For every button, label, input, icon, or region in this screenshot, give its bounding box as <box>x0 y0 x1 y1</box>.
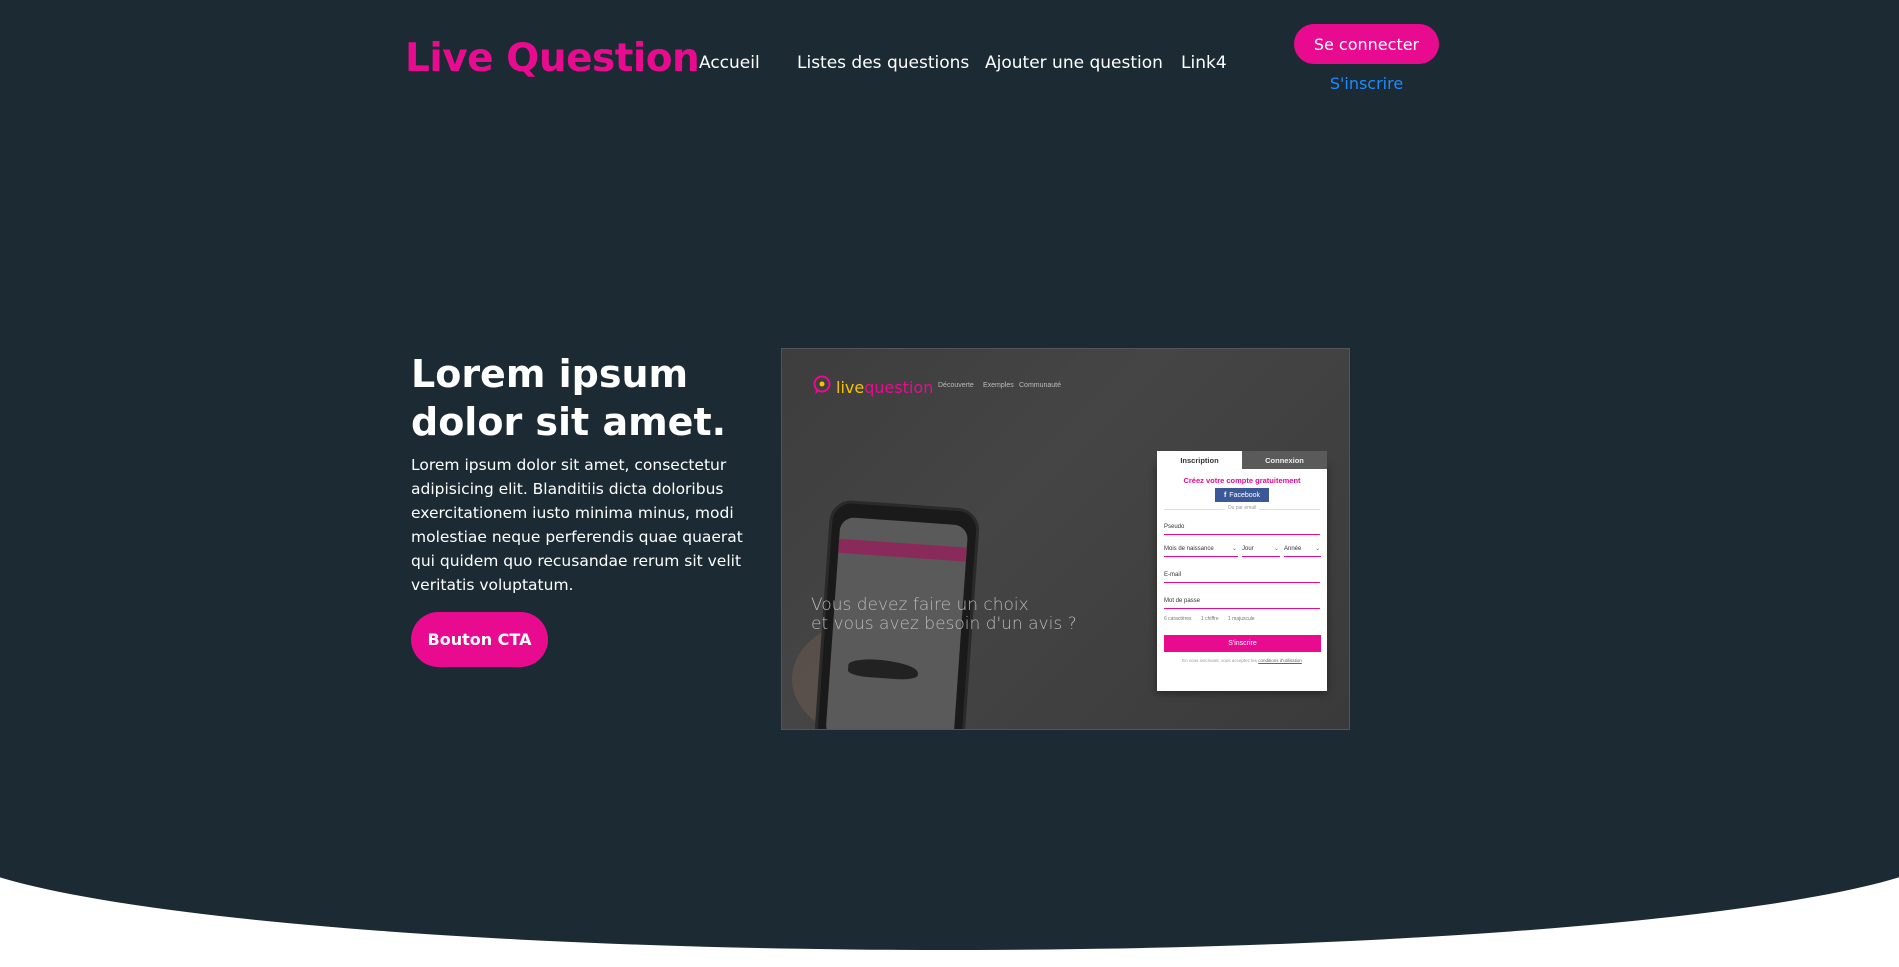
mock-signup-form: Inscription Connexion Créez votre compte… <box>1157 451 1327 691</box>
mock-or-text: Ou par email <box>1157 505 1327 511</box>
mock-hint-length: 6 caractères <box>1164 616 1192 622</box>
mock-tagline: Vous devez faire un choix et vous avez b… <box>811 596 1077 634</box>
chevron-down-icon: ⌄ <box>1273 546 1279 552</box>
signup-link[interactable]: S'inscrire <box>1294 74 1439 93</box>
mock-tagline-line1: Vous devez faire un choix <box>811 595 1029 615</box>
facebook-icon: f <box>1223 491 1227 499</box>
shoe-image <box>847 657 919 681</box>
nav-link-questions-list[interactable]: Listes des questions <box>797 53 969 73</box>
mock-password-hints: 6 caractères 1 chiffre 1 majuscule <box>1164 616 1263 622</box>
mock-legal-prefix: En vous inscrivant, vous acceptez les <box>1182 658 1257 663</box>
mock-submit-button: S'inscrire <box>1164 635 1321 652</box>
mock-tagline-line2: et vous avez besoin d'un avis ? <box>811 614 1077 634</box>
mock-password-field: Mot de passe <box>1164 597 1320 609</box>
mock-hint-digit: 1 chiffre <box>1200 616 1219 622</box>
mock-facebook-label: Facebook <box>1229 491 1261 499</box>
mock-birth-day-label: Jour <box>1242 546 1254 552</box>
hero-text: Lorem ipsum dolor sit amet, consectetur … <box>411 456 743 594</box>
speech-bubble-icon <box>812 375 832 400</box>
mock-tab-connexion: Connexion <box>1242 451 1327 469</box>
mock-nav-exemples: Exemples <box>983 382 1014 389</box>
chevron-down-icon: ⌄ <box>1314 546 1320 552</box>
mock-logo-live: live <box>836 378 865 397</box>
nav-link-link4[interactable]: Link4 <box>1181 53 1227 73</box>
mock-form-tabs: Inscription Connexion <box>1157 451 1327 469</box>
mock-logo-question: question <box>864 378 934 397</box>
mock-or-label: Ou par email <box>1224 505 1260 511</box>
mock-birth-month-label: Mois de naissance <box>1164 546 1214 552</box>
mock-birth-day-field: Jour ⌄ <box>1242 545 1280 557</box>
cta-button[interactable]: Bouton CTA <box>411 612 548 667</box>
mock-nav-decouverte: Découverte <box>938 382 974 389</box>
mock-logo: livequestion <box>812 375 933 400</box>
mock-legal-text: En vous inscrivant, vous acceptez les co… <box>1157 658 1327 663</box>
mock-facebook-button: f Facebook <box>1215 488 1269 502</box>
mock-legal-link: conditions d'utilisation <box>1258 658 1302 663</box>
mock-nav-communaute: Communauté <box>1019 382 1062 389</box>
app-screenshot: livequestion Découverte Exemples Communa… <box>781 348 1350 730</box>
mock-birth-year-label: Année <box>1284 546 1302 552</box>
hero-title: Lorem ipsum dolor sit amet. <box>411 352 727 444</box>
mock-form-heading: Créez votre compte gratuitement <box>1183 476 1301 485</box>
mock-tab-inscription: Inscription <box>1157 451 1242 469</box>
nav-link-add-question[interactable]: Ajouter une question <box>985 53 1163 73</box>
mock-hint-uppercase: 1 majuscule <box>1228 616 1255 622</box>
mock-pseudo-field: Pseudo <box>1164 523 1320 535</box>
chevron-down-icon: ⌄ <box>1231 546 1237 552</box>
mock-birth-month-field: Mois de naissance ⌄ <box>1164 545 1238 557</box>
mock-email-field: E-mail <box>1164 571 1320 583</box>
login-button[interactable]: Se connecter <box>1294 24 1439 64</box>
site-logo[interactable]: Live Question <box>405 36 700 81</box>
nav-link-accueil[interactable]: Accueil <box>699 53 760 73</box>
mock-birth-year-field: Année ⌄ <box>1284 545 1321 557</box>
